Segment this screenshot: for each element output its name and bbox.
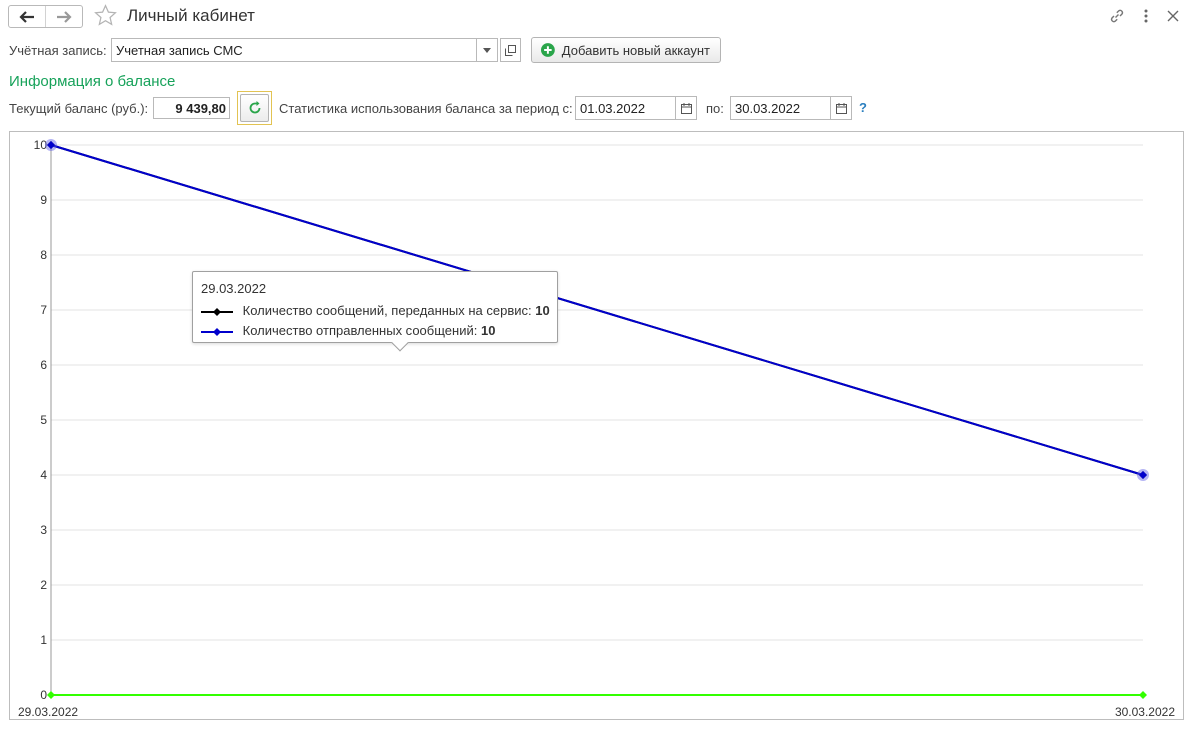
forward-button[interactable] bbox=[45, 6, 82, 27]
help-link[interactable]: ? bbox=[859, 100, 867, 115]
calendar-icon bbox=[680, 102, 692, 114]
current-balance-label: Текущий баланс (руб.): bbox=[9, 101, 149, 116]
chart-tooltip: 29.03.2022 Количество сообщений, передан… bbox=[192, 271, 558, 352]
y-tick-label: 7 bbox=[40, 303, 47, 317]
title-bar: Личный кабинет bbox=[0, 0, 1199, 33]
arrow-left-icon bbox=[19, 10, 34, 23]
date-to-input[interactable]: 30.03.2022 bbox=[730, 96, 831, 120]
account-select[interactable]: Учетная запись СМС bbox=[111, 38, 477, 62]
period-label: Статистика использования баланса за пери… bbox=[279, 101, 573, 116]
y-tick-label: 3 bbox=[40, 523, 47, 537]
close-icon[interactable] bbox=[1163, 6, 1183, 26]
y-tick-label: 4 bbox=[40, 468, 47, 482]
y-tick-label: 8 bbox=[40, 248, 47, 262]
to-label: по: bbox=[706, 101, 724, 116]
date-to-calendar-button[interactable] bbox=[830, 96, 852, 120]
account-dropdown-button[interactable] bbox=[476, 38, 498, 62]
navigation-buttons bbox=[8, 5, 83, 28]
chevron-down-icon bbox=[483, 47, 491, 53]
y-tick-label: 5 bbox=[40, 413, 47, 427]
x-tick-label: 30.03.2022 bbox=[1115, 705, 1175, 719]
series-black-marker-icon bbox=[201, 307, 233, 316]
y-tick-label: 0 bbox=[40, 688, 47, 702]
y-tick-label: 9 bbox=[40, 193, 47, 207]
tooltip-item-value: 10 bbox=[480, 323, 496, 338]
x-tick-label: 29.03.2022 bbox=[18, 705, 78, 719]
add-account-button[interactable]: Добавить новый аккаунт bbox=[531, 37, 721, 63]
back-button[interactable] bbox=[9, 6, 45, 27]
tooltip-item: Количество сообщений, переданных на серв… bbox=[201, 301, 550, 321]
account-label: Учётная запись: bbox=[9, 43, 107, 58]
arrow-right-icon bbox=[57, 10, 72, 23]
calendar-icon bbox=[835, 102, 847, 114]
plus-circle-icon bbox=[540, 43, 555, 57]
star-icon[interactable] bbox=[93, 3, 118, 28]
chart-area: 0 1 2 3 4 5 6 7 8 9 10 29.03.2022 30.03.2022 29.03.2… bbox=[9, 131, 1184, 720]
y-tick-label: 6 bbox=[40, 358, 47, 372]
refresh-button[interactable] bbox=[237, 91, 272, 125]
tooltip-item: Количество отправленных сообщений: 10 bbox=[201, 321, 549, 341]
line-chart: 0 1 2 3 4 5 6 7 8 9 10 29.03.2022 30.03.2022 bbox=[18, 138, 1175, 719]
section-title: Информация о балансе bbox=[9, 73, 176, 90]
account-open-button[interactable] bbox=[500, 38, 521, 62]
y-tick-label: 2 bbox=[40, 578, 47, 592]
series-blue-marker-icon bbox=[201, 327, 233, 336]
tooltip-item-label: Количество отправленных сообщений: bbox=[242, 323, 478, 338]
date-from-calendar-button[interactable] bbox=[675, 96, 697, 120]
tooltip-date: 29.03.2022 bbox=[201, 281, 267, 296]
add-account-button-label: Добавить новый аккаунт bbox=[561, 42, 710, 58]
tooltip-item-label: Количество сообщений, переданных на серв… bbox=[242, 303, 532, 318]
current-balance-value: 9 439,80 bbox=[153, 97, 230, 119]
y-tick-label: 1 bbox=[40, 633, 47, 647]
data-point bbox=[47, 691, 55, 699]
tooltip-item-value: 10 bbox=[535, 303, 550, 318]
refresh-icon bbox=[249, 101, 260, 114]
more-vertical-icon[interactable] bbox=[1136, 6, 1156, 26]
window-title: Личный кабинет bbox=[127, 6, 255, 25]
data-point bbox=[1139, 691, 1147, 699]
date-from-input[interactable]: 01.03.2022 bbox=[575, 96, 676, 120]
open-window-icon bbox=[505, 44, 516, 56]
link-icon[interactable] bbox=[1107, 6, 1127, 26]
